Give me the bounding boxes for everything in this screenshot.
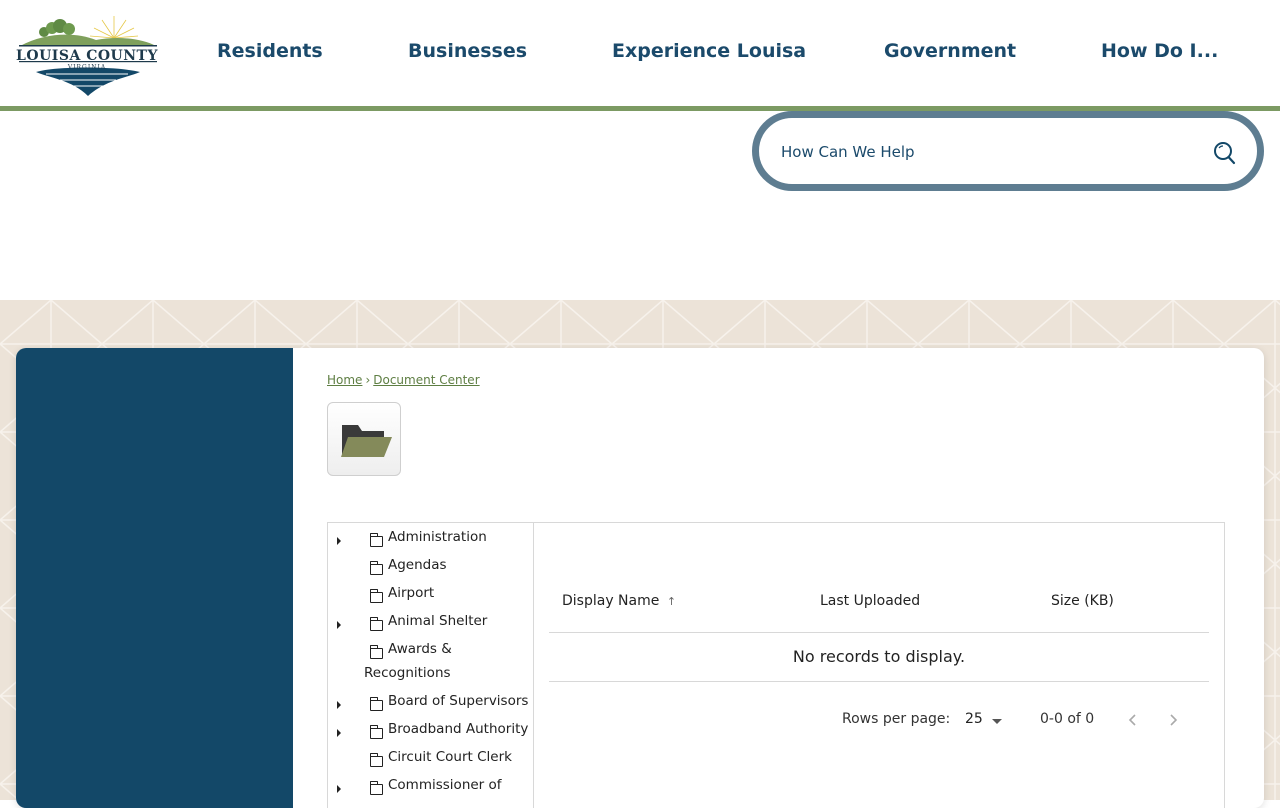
tree-item-circuit-court-clerk[interactable]: Circuit Court Clerk <box>328 749 534 773</box>
sort-ascending-icon: ↑ <box>666 595 677 608</box>
side-panel <box>16 348 293 808</box>
tree-item-label: Airport <box>388 585 435 601</box>
folder-icon <box>369 533 383 547</box>
nav-experience-louisa[interactable]: Experience Louisa <box>612 40 806 62</box>
folder-icon <box>369 781 383 795</box>
site-search <box>752 111 1264 191</box>
expand-arrow-icon[interactable] <box>337 785 341 793</box>
tree-item-label: Broadband Authority <box>388 721 529 737</box>
breadcrumb-document-center[interactable]: Document Center <box>373 373 479 387</box>
main-nav: Residents Businesses Experience Louisa G… <box>170 0 1280 106</box>
breadcrumb: Home › Document Center <box>327 373 480 387</box>
row-divider-line <box>549 681 1209 682</box>
document-center-folder-icon <box>327 402 401 476</box>
folder-icon <box>369 753 383 767</box>
folder-icon <box>369 697 383 711</box>
search-icon[interactable] <box>1211 140 1237 166</box>
tree-item-label: Board of Supervisors <box>388 693 529 709</box>
nav-businesses[interactable]: Businesses <box>408 40 527 62</box>
folder-icon <box>369 589 383 603</box>
tree-item-animal-shelter[interactable]: Animal Shelter <box>328 613 534 637</box>
rows-per-page-label: Rows per page: <box>842 711 951 727</box>
logo-subtitle: VIRGINIA <box>67 64 107 71</box>
column-last-uploaded[interactable]: Last Uploaded <box>820 593 920 609</box>
folder-icon <box>369 561 383 575</box>
column-display-name[interactable]: Display Name ↑ <box>562 593 676 609</box>
tree-item-board-of-supervisors[interactable]: Board of Supervisors <box>328 693 534 717</box>
louisa-county-logo[interactable]: LOUISA COUNTY VIRGINIA <box>16 14 160 100</box>
header-divider-line <box>549 632 1209 633</box>
tree-item-awards-recognitions[interactable]: Awards & Recognitions <box>328 641 534 689</box>
tree-item-label: Administration <box>388 529 487 545</box>
tree-item-label: Circuit Court Clerk <box>388 749 512 765</box>
tree-item-label: Commissioner of <box>388 777 502 793</box>
tree-item-agendas[interactable]: Agendas <box>328 557 534 581</box>
tree-item-commissioner-of[interactable]: Commissioner of <box>328 777 534 801</box>
folder-tree: Administration Agendas Airport Animal Sh… <box>328 523 534 808</box>
tree-item-label: Animal Shelter <box>388 613 488 629</box>
logo-name: LOUISA COUNTY <box>16 48 158 64</box>
breadcrumb-separator: › <box>365 373 371 387</box>
tree-item-label-line2: Recognitions <box>364 665 451 681</box>
content-card: Home › Document Center Administration Agen… <box>16 348 1264 808</box>
tree-item-label: Agendas <box>388 557 447 573</box>
expand-arrow-icon[interactable] <box>337 537 341 545</box>
nav-residents[interactable]: Residents <box>217 40 323 62</box>
chevron-right-icon <box>1170 714 1178 726</box>
next-page-button[interactable] <box>1165 712 1181 728</box>
tree-item-airport[interactable]: Airport <box>328 585 534 609</box>
page-range: 0-0 of 0 <box>1040 711 1095 727</box>
expand-arrow-icon[interactable] <box>337 621 341 629</box>
empty-message: No records to display. <box>792 647 966 666</box>
tree-item-label: Awards & <box>388 641 452 657</box>
tree-item-broadband-authority[interactable]: Broadband Authority <box>328 721 534 745</box>
chevron-down-icon[interactable] <box>992 719 1002 724</box>
document-center: Administration Agendas Airport Animal Sh… <box>327 522 1225 808</box>
folder-icon <box>369 645 383 659</box>
expand-arrow-icon[interactable] <box>337 701 341 709</box>
chevron-left-icon <box>1128 714 1136 726</box>
nav-how-do-i[interactable]: How Do I... <box>1101 40 1218 62</box>
column-label: Display Name <box>562 593 660 609</box>
folder-icon <box>369 725 383 739</box>
breadcrumb-home[interactable]: Home <box>327 373 362 387</box>
search-input[interactable] <box>781 140 1181 164</box>
nav-government[interactable]: Government <box>884 40 1016 62</box>
column-size[interactable]: Size (KB) <box>1051 593 1114 609</box>
previous-page-button[interactable] <box>1125 712 1141 728</box>
document-grid: Display Name ↑ Last Uploaded Size (KB) N… <box>535 523 1225 808</box>
expand-arrow-icon[interactable] <box>337 729 341 737</box>
folder-icon <box>369 617 383 631</box>
tree-item-administration[interactable]: Administration <box>328 529 534 553</box>
rows-per-page-select[interactable]: 25 <box>965 711 983 727</box>
site-header: LOUISA COUNTY VIRGINIA Residents Busines… <box>0 0 1280 106</box>
